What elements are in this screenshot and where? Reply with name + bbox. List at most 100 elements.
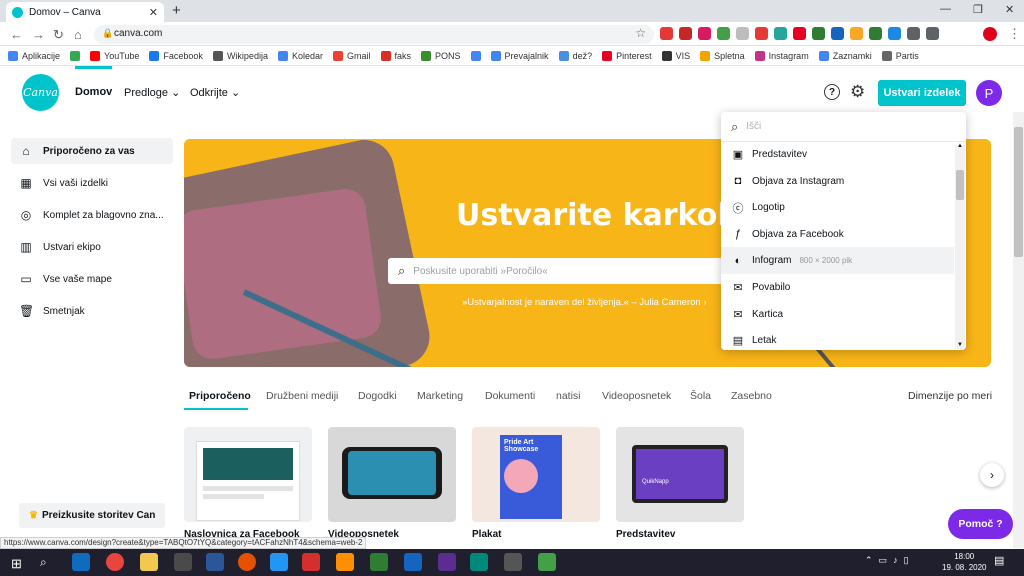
app-icon[interactable] xyxy=(270,553,288,571)
battery-icon[interactable]: ▯ xyxy=(904,555,909,566)
category-tab[interactable]: Marketing xyxy=(417,390,463,402)
windows-start-icon[interactable]: ⊞ xyxy=(11,556,22,572)
custom-dimensions-link[interactable]: Dimenzije po meri xyxy=(908,390,992,402)
dropdown-scrollbar-thumb[interactable] xyxy=(956,170,964,200)
media-icon[interactable] xyxy=(238,553,256,571)
bookmark-item[interactable]: Aplikacije xyxy=(8,50,60,61)
app-icon[interactable] xyxy=(470,553,488,571)
bookmark-star-icon[interactable]: ☆ xyxy=(635,26,646,40)
file-explorer-icon[interactable] xyxy=(140,553,158,571)
pinterest-extension-icon[interactable] xyxy=(793,27,806,40)
extension-icon[interactable] xyxy=(850,27,863,40)
chrome-icon[interactable] xyxy=(106,553,124,571)
bookmark-item[interactable]: faks xyxy=(380,50,411,61)
canva-logo[interactable]: Canva xyxy=(22,74,59,111)
back-icon[interactable]: ← xyxy=(10,27,23,42)
dropdown-item[interactable]: ƒ Objava za Facebook xyxy=(721,221,954,248)
dropdown-item[interactable]: ◐ Infogram 800 × 2000 pik xyxy=(721,247,954,275)
category-tab[interactable]: Videoposnetek xyxy=(602,390,671,402)
translate-extension-icon[interactable] xyxy=(888,27,901,40)
design-search-input[interactable]: ⌕ Poskusite uporabiti »Poročilo« xyxy=(388,258,724,284)
pocket-extension-icon[interactable] xyxy=(698,27,711,40)
bookmark-item[interactable]: Wikipedija xyxy=(212,50,268,61)
word-icon[interactable] xyxy=(174,553,192,571)
nav-discover[interactable]: Odkrijte ⌄ xyxy=(190,86,240,99)
card-label[interactable]: Predstavitev xyxy=(616,529,746,540)
card-poster[interactable]: Pride Art Showcase xyxy=(472,427,600,522)
dropdown-item[interactable]: ✉ Povabilo xyxy=(721,274,954,301)
bookmark-item[interactable]: Prevajalnik xyxy=(490,50,549,61)
chevron-up-icon[interactable]: ⌃ xyxy=(865,555,873,566)
new-tab-icon[interactable]: + xyxy=(172,2,181,19)
puzzle-extensions-icon[interactable] xyxy=(907,27,920,40)
scroll-up-icon[interactable]: ▲ xyxy=(957,143,963,149)
sidebar-item[interactable]: ⌂ Priporočeno za vas xyxy=(11,138,173,164)
system-tray[interactable]: ⌃ ▭ ♪ ▯ xyxy=(865,555,909,566)
card-video[interactable] xyxy=(328,427,456,522)
create-design-button[interactable]: Ustvari izdelek xyxy=(878,80,966,106)
bookmark-item[interactable]: Zaznamki xyxy=(818,50,872,61)
avatar[interactable]: P xyxy=(976,80,1002,106)
network-icon[interactable]: ▭ xyxy=(879,555,888,566)
banner-quote-link[interactable]: »Ustvarjalnost je naraven del življenja.… xyxy=(462,297,706,308)
sidebar-item[interactable]: ▭ Vse vaše mape xyxy=(11,266,173,292)
bookmark-item[interactable]: Instagram xyxy=(754,50,809,61)
app-icon[interactable] xyxy=(302,553,320,571)
category-tab[interactable]: Dogodki xyxy=(358,390,397,402)
forward-icon[interactable]: → xyxy=(32,27,45,42)
dropdown-item[interactable]: ⓒ Logotip xyxy=(721,194,954,221)
dropdown-item[interactable]: ▤ Letak xyxy=(721,327,954,354)
grammarly-extension-icon[interactable] xyxy=(774,27,787,40)
category-tab[interactable]: Šola xyxy=(690,390,711,402)
card-facebook-cover[interactable] xyxy=(184,427,312,522)
extension-icon[interactable] xyxy=(717,27,730,40)
bookmark-item[interactable]: Spletna xyxy=(700,50,745,61)
carousel-next-button[interactable]: › xyxy=(980,463,1004,487)
bookmark-item[interactable]: PONS xyxy=(421,50,461,61)
store-icon[interactable] xyxy=(206,553,224,571)
bookmark-item[interactable]: VIS xyxy=(661,50,690,61)
bookmark-item[interactable]: Koledar xyxy=(277,50,323,61)
app-icon[interactable] xyxy=(404,553,422,571)
home-browser-icon[interactable]: ⌂ xyxy=(74,27,82,42)
app-icon[interactable] xyxy=(538,553,556,571)
help-button[interactable]: Pomoč ? xyxy=(948,509,1013,539)
volume-icon[interactable]: ♪ xyxy=(893,555,898,566)
bookmark-item[interactable]: Gmail xyxy=(332,50,371,61)
excel-icon[interactable] xyxy=(370,553,388,571)
sidebar-item[interactable]: ▥ Ustvari ekipo xyxy=(11,234,173,260)
bookmark-item[interactable]: Pinterest xyxy=(602,50,652,61)
card-presentation[interactable]: QuikNapp xyxy=(616,427,744,522)
category-tab[interactable]: Zasebno xyxy=(731,390,772,402)
bookmark-item[interactable] xyxy=(70,50,81,61)
bookmark-item[interactable]: YouTube xyxy=(90,50,139,61)
sidebar-item[interactable]: ▦ Vsi vaši izdelki xyxy=(11,170,173,196)
extension-icon[interactable] xyxy=(831,27,844,40)
page-scrollbar-thumb[interactable] xyxy=(1014,127,1023,257)
app-icon[interactable] xyxy=(336,553,354,571)
address-bar[interactable]: 🔒 canva.com ☆ xyxy=(94,25,654,44)
category-tab[interactable]: Družbeni mediji xyxy=(266,390,338,402)
card-label[interactable]: Plakat xyxy=(472,529,602,540)
bookmark-item[interactable]: Partis xyxy=(881,50,919,61)
app-icon[interactable] xyxy=(504,553,522,571)
extension-icon[interactable] xyxy=(736,27,749,40)
extension-icon[interactable] xyxy=(869,27,882,40)
sidebar-item[interactable]: 🗑 Smetnjak xyxy=(11,298,173,324)
nav-home[interactable]: Domov xyxy=(75,66,113,98)
try-pro-button[interactable]: ♛ Preizkusite storitev Can xyxy=(19,503,165,528)
category-tab[interactable]: natisi xyxy=(556,390,581,402)
reading-list-icon[interactable] xyxy=(926,27,939,40)
dropdown-search-input[interactable]: ⌕ Išči xyxy=(721,112,966,142)
reload-icon[interactable]: ↻ xyxy=(53,27,64,43)
extension-icon[interactable] xyxy=(812,27,825,40)
bookmark-item[interactable]: dež? xyxy=(558,50,592,61)
sidebar-item[interactable]: ◎ Komplet za blagovno zna... xyxy=(11,202,173,228)
gear-icon[interactable]: ⚙ xyxy=(850,82,865,102)
close-tab-icon[interactable]: ✕ xyxy=(149,6,158,19)
category-tab[interactable]: Priporočeno xyxy=(189,390,251,402)
minimize-icon[interactable]: — xyxy=(940,3,951,15)
help-icon[interactable]: ? xyxy=(824,84,840,100)
taskbar-clock[interactable]: 18:00 19. 08. 2020 xyxy=(942,551,986,573)
extension-icon[interactable] xyxy=(755,27,768,40)
